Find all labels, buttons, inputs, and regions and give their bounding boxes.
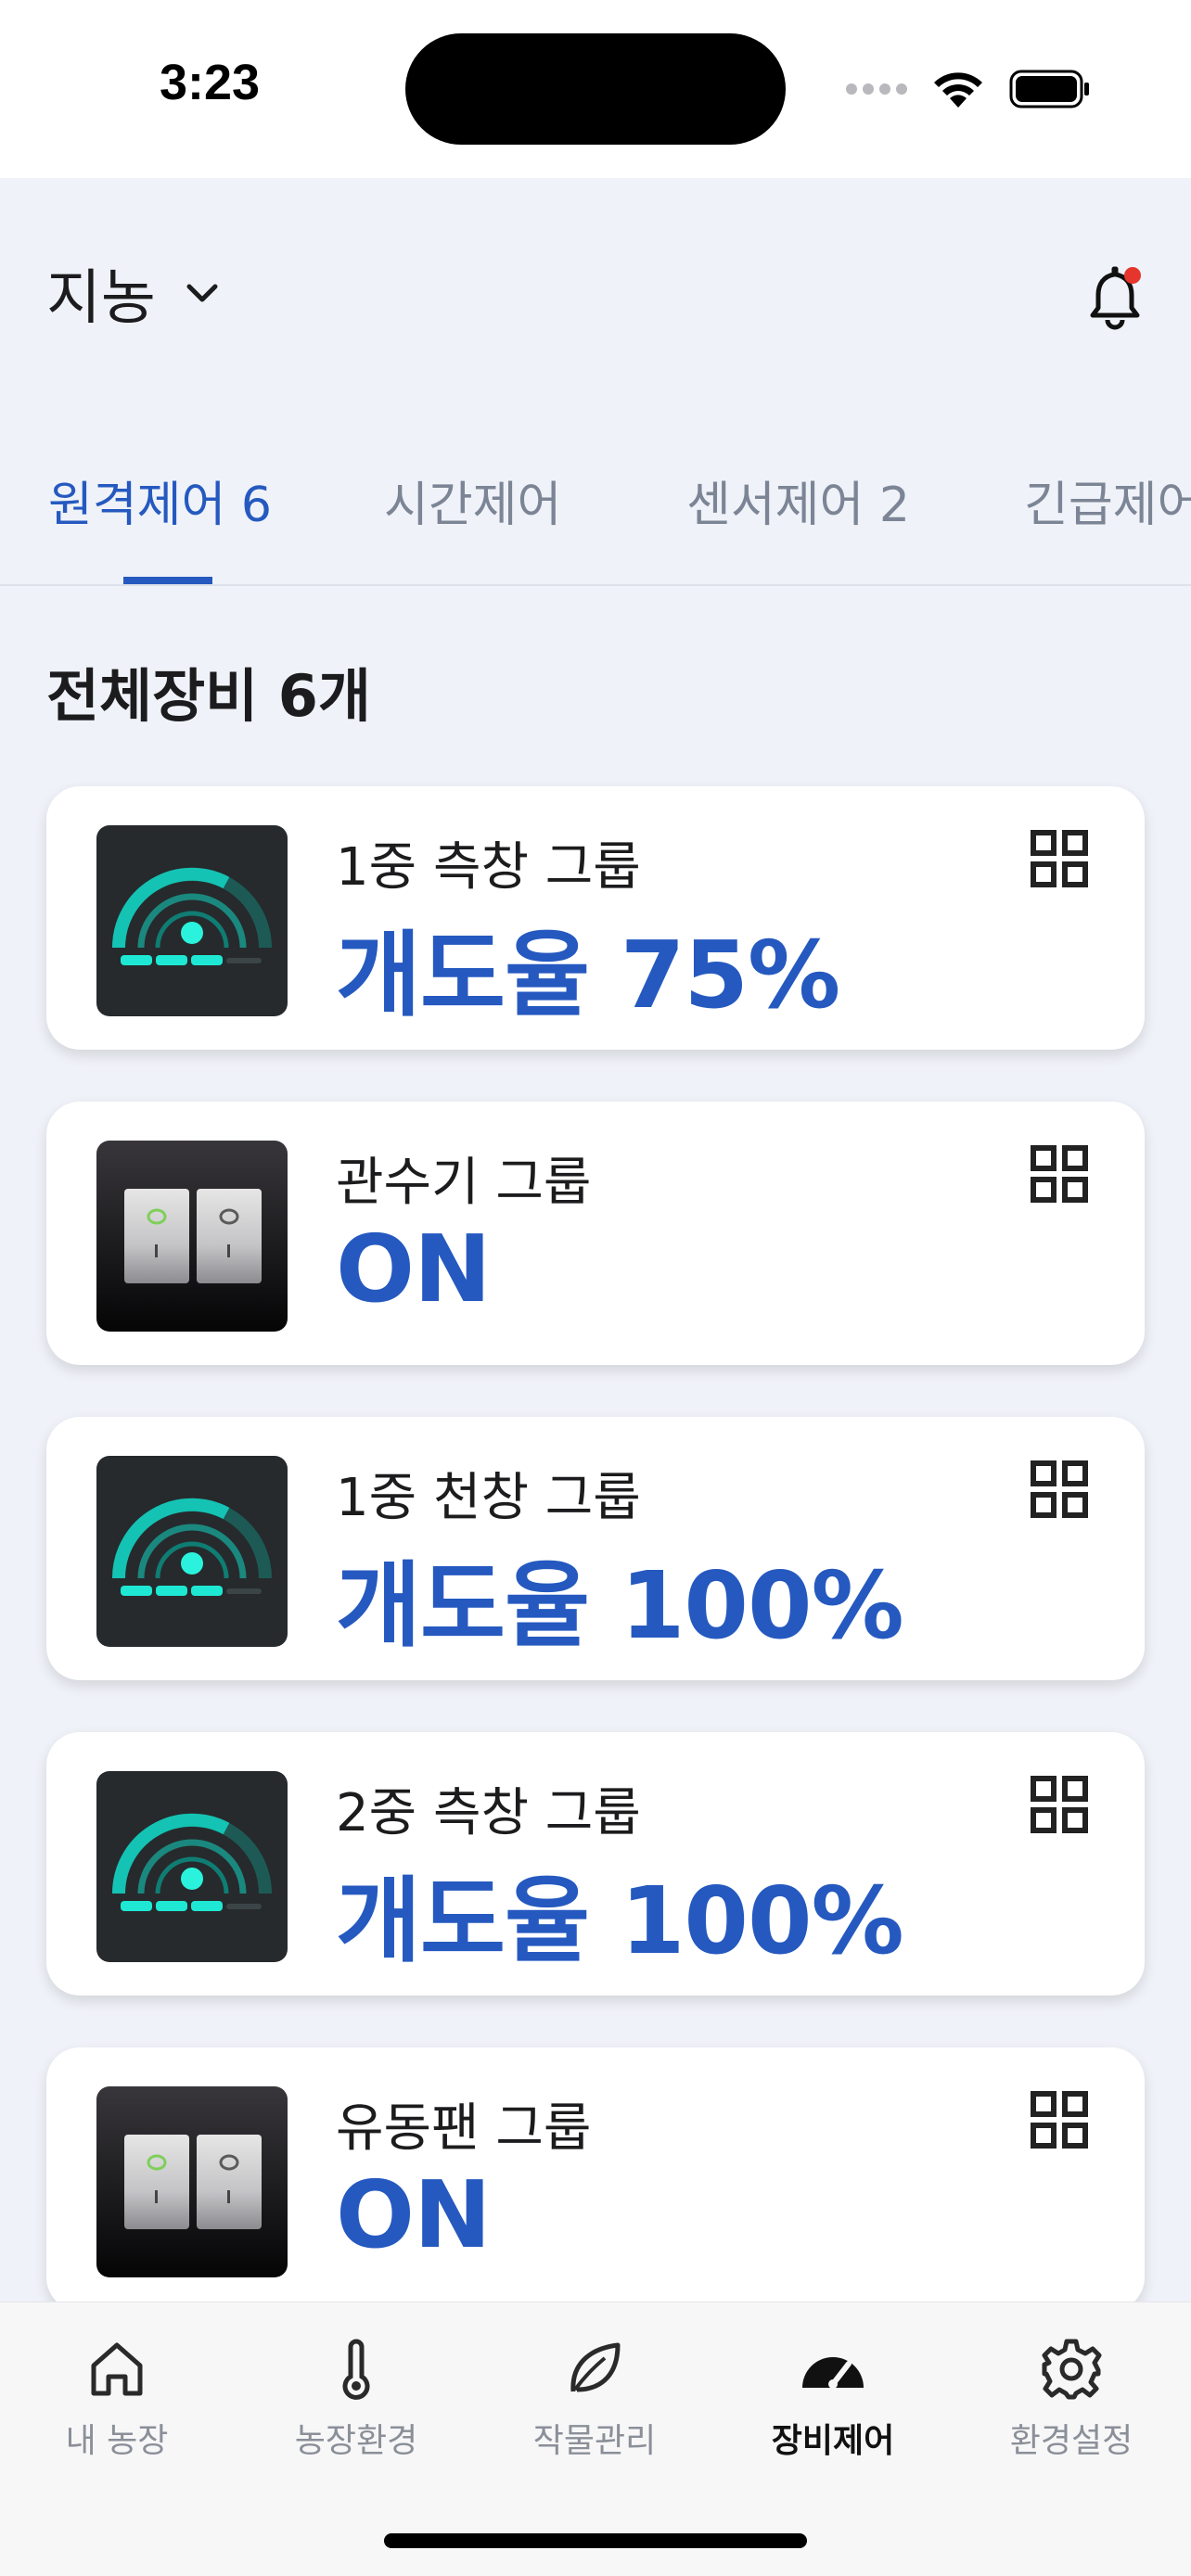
tab-time-control[interactable]: 시간제어 [384, 465, 561, 535]
nav-label: 작물관리 [532, 2422, 657, 2460]
leaf-icon [570, 2342, 621, 2392]
battery-icon [1009, 70, 1089, 108]
nav-item-farm-environment[interactable]: 농장환경 [263, 2336, 449, 2462]
device-name: 1중 천창 그룹 [336, 1468, 641, 1528]
home-indicator [384, 2533, 807, 2548]
nav-item-settings[interactable]: 환경설정 [979, 2336, 1164, 2462]
home-icon [91, 2342, 143, 2396]
nav-label: 농장환경 [294, 2422, 418, 2460]
nav-label: 내 농장 [65, 2422, 169, 2460]
control-tabs: 원격제어 6 시간제어 센서제어 2 긴급제어 [0, 445, 1191, 586]
gauge-icon [96, 1456, 288, 1647]
device-card[interactable]: 관수기 그룹 ON [46, 1102, 1145, 1365]
section-title: 전체장비 6개 [46, 662, 371, 730]
device-card[interactable]: 2중 측창 그룹 개도율 100% [46, 1732, 1145, 1996]
device-name: 관수기 그룹 [336, 1153, 592, 1213]
device-status-value: 개도율 100% [336, 1551, 904, 1660]
device-status-value: ON [336, 1215, 492, 1323]
notification-bell-icon[interactable] [1085, 263, 1146, 330]
nav-item-my-farm[interactable]: 내 농장 [24, 2336, 210, 2462]
gauge-icon [96, 825, 288, 1016]
device-card[interactable]: 1중 천창 그룹 개도율 100% [46, 1417, 1145, 1680]
nav-item-equipment-control[interactable]: 장비제어 [740, 2336, 926, 2462]
nav-label: 장비제어 [771, 2422, 895, 2460]
nav-item-crop-management[interactable]: 작물관리 [502, 2336, 687, 2462]
gauge-icon [96, 1771, 288, 1962]
grid-menu-icon[interactable] [1030, 1460, 1089, 1519]
dynamic-island [405, 33, 786, 145]
grid-menu-icon[interactable] [1030, 1775, 1089, 1834]
cellular-signal-icon [846, 83, 907, 95]
farm-selector[interactable]: 지농 [46, 250, 221, 336]
device-status-value: ON [336, 2161, 492, 2269]
gear-icon [1042, 2339, 1102, 2400]
gauge-icon [802, 2357, 864, 2389]
device-card[interactable]: 1중 측창 그룹 개도율 75% [46, 786, 1145, 1050]
tab-remote-control[interactable]: 원격제어 6 [48, 465, 272, 535]
chevron-down-icon [186, 284, 218, 302]
device-card[interactable]: 유동팬 그룹 ON [46, 2047, 1145, 2311]
device-name: 2중 측창 그룹 [336, 1783, 641, 1843]
device-name: 1중 측창 그룹 [336, 837, 641, 898]
grid-menu-icon[interactable] [1030, 1144, 1089, 1204]
grid-menu-icon[interactable] [1030, 829, 1089, 888]
farm-name: 지농 [46, 264, 156, 333]
device-status-value: 개도율 100% [336, 1867, 904, 1975]
grid-menu-icon[interactable] [1030, 2090, 1089, 2149]
header: 지농 [0, 178, 1191, 410]
switch-icon [96, 1141, 288, 1332]
status-time: 3:23 [160, 55, 261, 110]
tab-emergency-control[interactable]: 긴급제어 [1024, 465, 1191, 535]
wifi-icon [934, 72, 982, 108]
active-tab-indicator [123, 577, 212, 584]
thermometer-icon [342, 2339, 370, 2400]
device-name: 유동팬 그룹 [336, 2098, 592, 2159]
status-icons [846, 61, 1091, 117]
nav-label: 환경설정 [1009, 2422, 1133, 2460]
switch-icon [96, 2086, 288, 2277]
status-bar: 3:23 [0, 0, 1191, 178]
device-status-value: 개도율 75% [336, 921, 840, 1029]
tab-sensor-control[interactable]: 센서제어 2 [686, 465, 910, 535]
